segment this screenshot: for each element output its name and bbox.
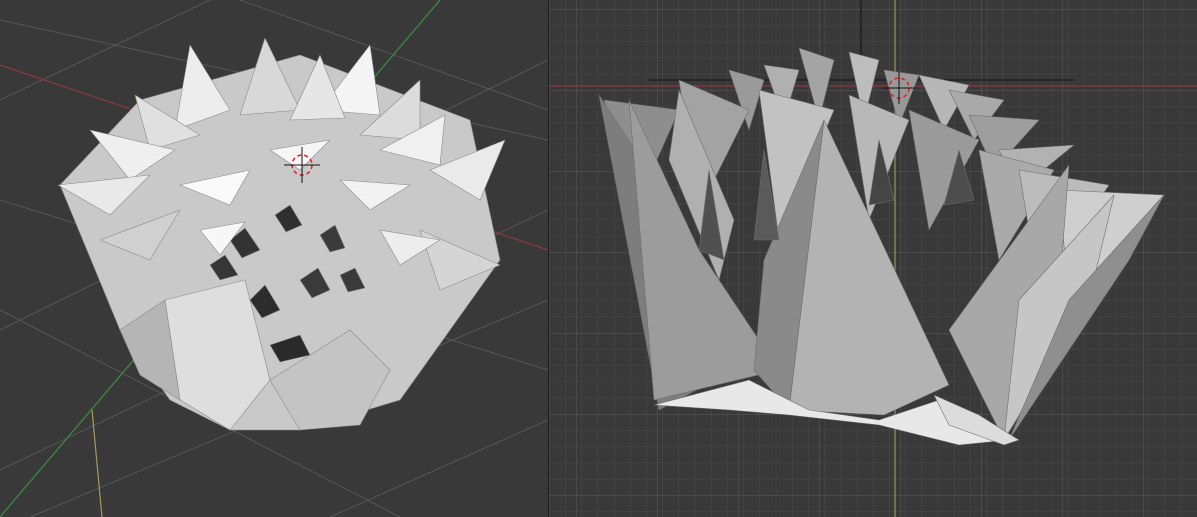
blender-split-viewport [0,0,1197,517]
z-axis-line [91,409,103,517]
spiky-mesh-perspective[interactable] [57,37,506,431]
viewport-front-ortho[interactable] [549,0,1197,517]
viewport-perspective[interactable] [0,0,548,517]
ortho-canvas[interactable] [549,0,1197,517]
perspective-canvas[interactable] [0,0,548,517]
